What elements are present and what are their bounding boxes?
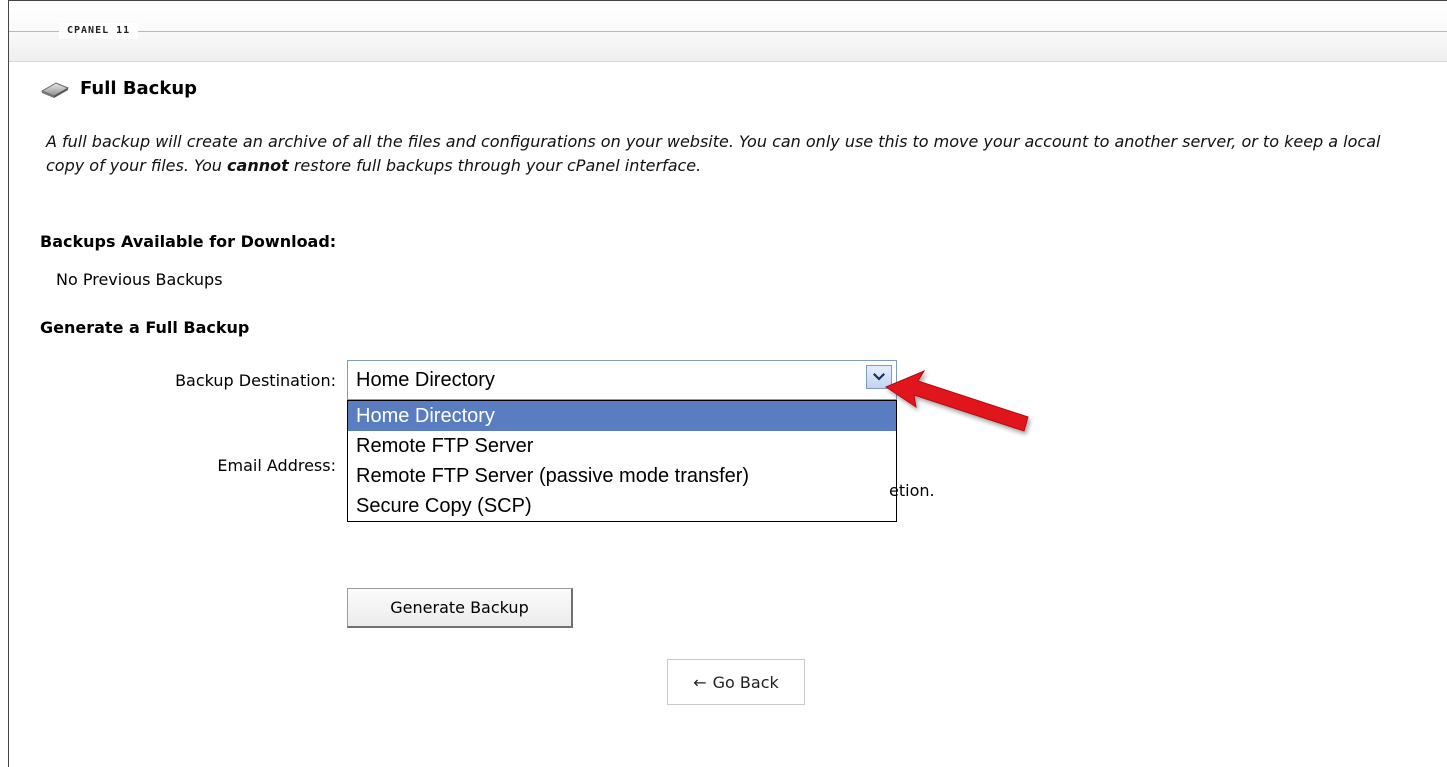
description-emphasis: cannot <box>227 156 289 175</box>
option-home-directory[interactable]: Home Directory <box>348 401 896 431</box>
generate-backup-heading: Generate a Full Backup <box>40 318 250 337</box>
page-description: A full backup will create an archive of … <box>46 130 1386 178</box>
available-backups-heading: Backups Available for Download: <box>40 232 337 251</box>
go-back-link[interactable]: ← Go Back <box>667 659 805 705</box>
backup-destination-dropdown[interactable]: Home Directory Remote FTP Server Remote … <box>347 400 897 522</box>
backup-destination-select[interactable]: Home Directory <box>347 360 897 400</box>
option-remote-ftp-passive[interactable]: Remote FTP Server (passive mode transfer… <box>348 461 896 491</box>
left-arrow-icon: ← <box>693 672 707 692</box>
backup-destination-value: Home Directory <box>356 369 495 391</box>
red-arrow-icon <box>884 369 1029 432</box>
email-address-label: Email Address: <box>217 456 336 475</box>
no-backups-text: No Previous Backups <box>56 270 223 289</box>
page-title: Full Backup <box>80 78 198 99</box>
backup-destination-label: Backup Destination: <box>175 371 336 390</box>
description-part2: restore full backups through your cPanel… <box>288 156 702 175</box>
top-bar-divider <box>9 31 1447 32</box>
generate-backup-button[interactable]: Generate Backup <box>347 588 573 628</box>
brand-label: CPANEL 11 <box>59 23 139 39</box>
option-remote-ftp[interactable]: Remote FTP Server <box>348 431 896 461</box>
go-back-label: Go Back <box>712 672 779 692</box>
page-title-row: Full Backup <box>40 78 197 99</box>
top-bar: CPANEL 11 <box>9 1 1447 62</box>
option-scp[interactable]: Secure Copy (SCP) <box>348 491 896 521</box>
email-note-text: etion. <box>889 481 935 500</box>
disk-icon <box>40 79 70 99</box>
